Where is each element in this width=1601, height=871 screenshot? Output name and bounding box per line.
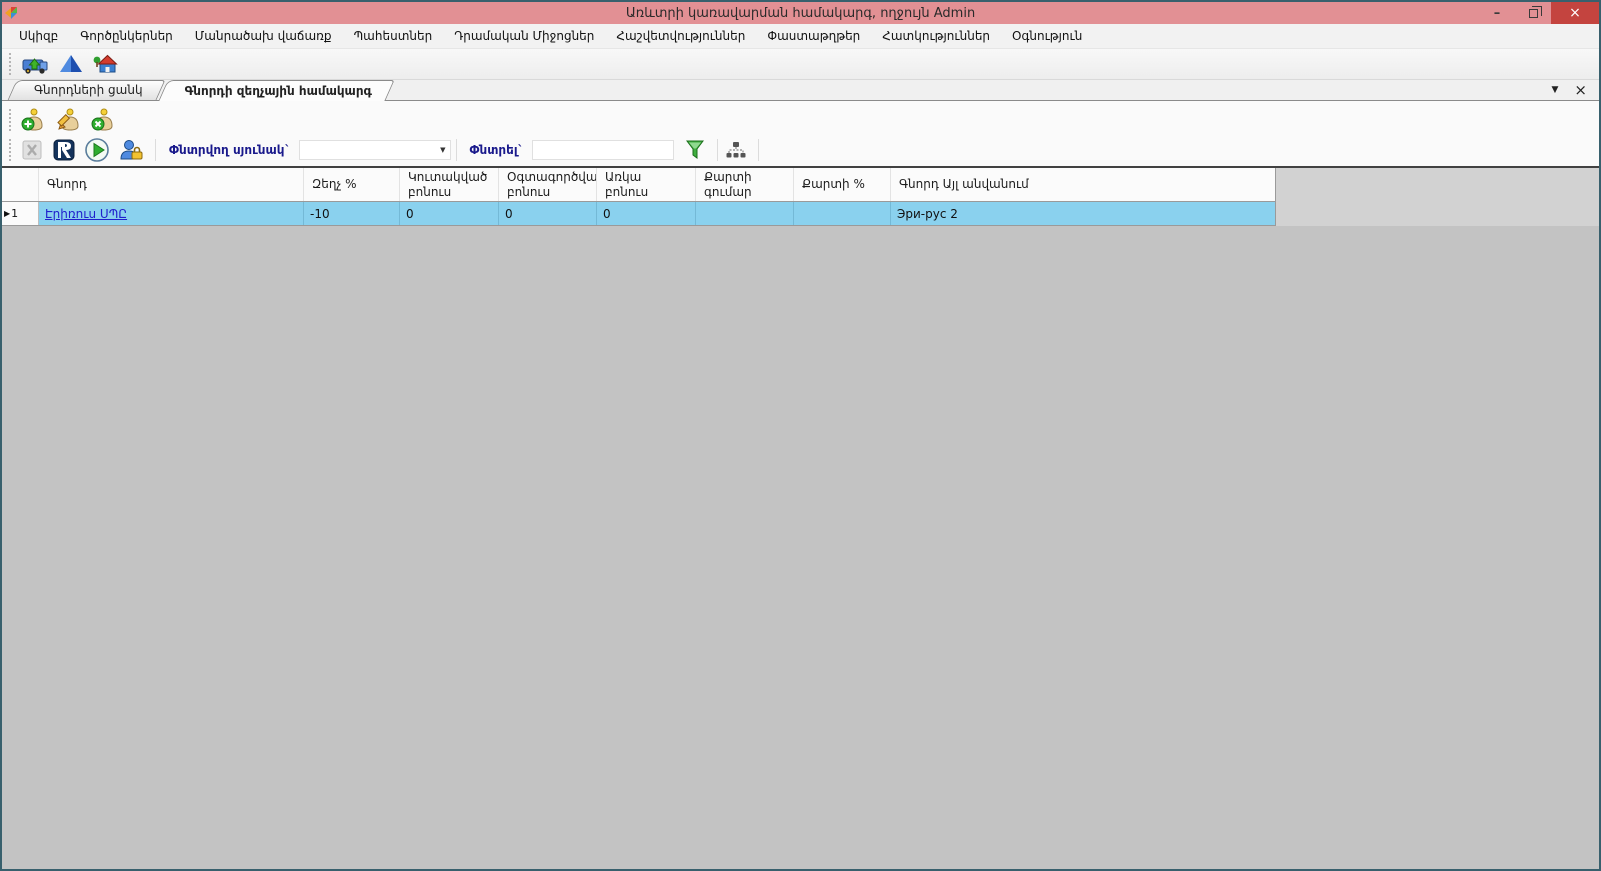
excel-export-button	[18, 136, 46, 164]
home-icon	[93, 54, 118, 73]
add-record-button[interactable]	[18, 104, 49, 135]
menu-bar: Սկիզբ Գործընկերներ Մանրածախ վաճառք Պահես…	[2, 24, 1599, 49]
cell-card-amount	[696, 202, 794, 225]
delete-record-icon	[91, 108, 113, 131]
menu-item-warehouses[interactable]: Պահեստներ	[343, 26, 444, 46]
filter-funnel-icon	[685, 140, 704, 159]
fastreport-icon	[53, 139, 75, 161]
window-controls: – ×	[1479, 2, 1599, 24]
cell-discount: -10	[304, 202, 400, 225]
tabstrip-controls: ▼ ×	[1552, 82, 1600, 98]
user-permissions-button[interactable]	[116, 135, 146, 165]
chevron-down-icon: ▼	[440, 146, 446, 154]
tab-strip: Գնորդների ցանկ Գնորդի զեղչային համակարգ …	[2, 80, 1599, 101]
toolbar-grip[interactable]	[8, 108, 13, 131]
menu-item-partners[interactable]: Գործընկերներ	[69, 26, 184, 46]
tab-discount-system[interactable]: Գնորդի զեղչային համակարգ	[157, 80, 395, 101]
toolbar-separator	[757, 139, 759, 161]
delete-record-button[interactable]	[88, 104, 119, 135]
run-icon	[85, 138, 109, 162]
hierarchy-button[interactable]	[723, 137, 749, 163]
hierarchy-icon	[726, 142, 746, 158]
maximize-button[interactable]	[1515, 2, 1551, 24]
row-selector-cell[interactable]: ▶ 1	[2, 202, 39, 225]
header-used-bonus[interactable]: Օգտագործված բոնուս	[499, 168, 597, 201]
grid-right-filler	[1276, 168, 1599, 226]
menu-item-cash[interactable]: Դրամական Միջոցներ	[443, 26, 605, 46]
header-alt-name[interactable]: Գնորդ Այլ անվանում	[891, 168, 1276, 201]
header-customer[interactable]: Գնորդ	[39, 168, 304, 201]
menu-item-reports[interactable]: Հաշվետվություններ	[605, 26, 756, 46]
pyramid-button[interactable]	[56, 50, 86, 78]
content-panel: Փնտրվող սյունակ` ▼ Փնտրել` Գնորդ Զեղչ % …	[2, 101, 1599, 869]
cell-alt-name: Эри-рус 2	[891, 202, 1276, 225]
grid-header-row: Գնորդ Զեղչ % Կուտակված բոնուս Օգտագործվա…	[2, 168, 1276, 202]
close-button[interactable]: ×	[1551, 2, 1599, 24]
edit-record-button[interactable]	[53, 104, 84, 135]
tab-close-icon[interactable]: ×	[1574, 82, 1587, 98]
tab-label: Գնորդի զեղչային համակարգ	[184, 83, 372, 98]
cell-used-bonus: 0	[499, 202, 597, 225]
cell-customer: Էրիռուս ՍՊԸ	[39, 202, 304, 225]
header-row-selector	[2, 168, 39, 201]
user-permissions-icon	[120, 140, 143, 160]
main-toolbar	[2, 49, 1599, 80]
menu-item-retail[interactable]: Մանրածախ վաճառք	[184, 26, 343, 46]
minimize-button[interactable]: –	[1479, 2, 1515, 24]
menu-item-properties[interactable]: Հատկություններ	[871, 26, 1001, 46]
toolbar-grip[interactable]	[8, 139, 13, 161]
title-bar: Առևտրի կառավարման համակարգ, ողջույն Admi…	[2, 2, 1599, 24]
current-row-marker-icon: ▶	[4, 209, 11, 218]
cell-card-percent	[794, 202, 891, 225]
grid-table: Գնորդ Զեղչ % Կուտակված բոնուս Օգտագործվա…	[2, 168, 1276, 226]
add-record-icon	[21, 108, 43, 131]
toolbar-separator	[716, 139, 718, 161]
header-discount[interactable]: Զեղչ %	[304, 168, 400, 201]
home-button[interactable]	[90, 50, 120, 78]
fastreport-button[interactable]	[50, 136, 78, 164]
filter-column-combobox[interactable]: ▼	[298, 140, 451, 160]
window-title: Առևտրի կառավարման համակարգ, ողջույն Admi…	[625, 5, 976, 21]
menu-item-help[interactable]: Օգնություն	[1001, 26, 1093, 46]
edit-record-icon	[57, 108, 79, 131]
row-number: 1	[11, 207, 19, 220]
truck-upload-button[interactable]	[18, 50, 52, 78]
cell-available-bonus: 0	[597, 202, 696, 225]
tab-customers-list[interactable]: Գնորդների ցանկ	[7, 80, 166, 100]
menu-item-home[interactable]: Սկիզբ	[8, 26, 69, 46]
header-card-amount[interactable]: Քարտի գումար	[696, 168, 794, 201]
filter-column-label: Փնտրվող սյունակ`	[169, 143, 291, 157]
header-accumulated-bonus[interactable]: Կուտակված բոնուս	[400, 168, 499, 201]
header-card-percent[interactable]: Քարտի %	[794, 168, 891, 201]
excel-export-icon	[22, 140, 42, 160]
search-input[interactable]	[531, 140, 674, 160]
toolbar-grip[interactable]	[8, 53, 13, 75]
toolbar-separator	[455, 139, 457, 161]
table-row[interactable]: ▶ 1 Էրիռուս ՍՊԸ -10 0 0 0 Эри-рус 2	[2, 202, 1276, 226]
customer-link[interactable]: Էրիռուս ՍՊԸ	[45, 207, 127, 221]
cell-accumulated-bonus: 0	[400, 202, 499, 225]
tab-label: Գնորդների ցանկ	[34, 83, 143, 97]
toolbar-separator	[155, 139, 156, 161]
record-toolbar	[2, 101, 1599, 136]
menu-item-documents[interactable]: Փաստաթղթեր	[756, 26, 871, 46]
truck-upload-icon	[22, 58, 48, 74]
app-window: Առևտրի կառավարման համակարգ, ողջույն Admi…	[0, 0, 1601, 871]
search-label: Փնտրել`	[469, 143, 524, 157]
pyramid-icon	[60, 55, 82, 72]
maximize-icon	[1528, 5, 1542, 18]
tab-list-dropdown-icon[interactable]: ▼	[1552, 85, 1559, 95]
customers-grid: Գնորդ Զեղչ % Կուտակված բոնուս Օգտագործվա…	[2, 166, 1599, 869]
header-available-bonus[interactable]: Առկա բոնուս	[597, 168, 696, 201]
apply-filter-button[interactable]	[682, 136, 708, 164]
filter-toolbar: Փնտրվող սյունակ` ▼ Փնտրել`	[2, 136, 1599, 164]
run-button[interactable]	[82, 135, 112, 165]
